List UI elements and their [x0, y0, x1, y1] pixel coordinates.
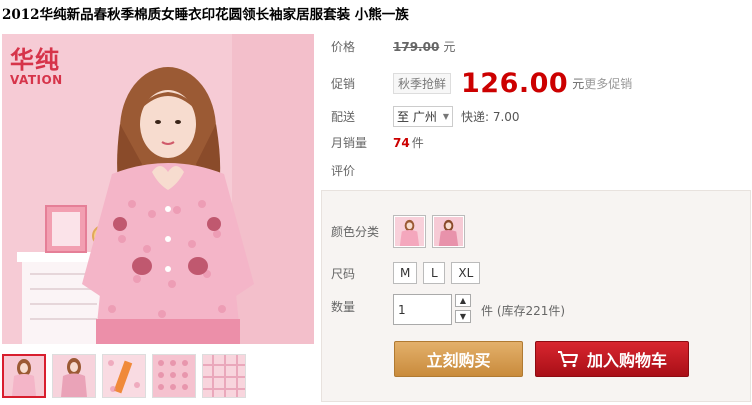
decrease-icon[interactable]: ▼ [455, 310, 471, 323]
thumbnail-2[interactable] [52, 354, 96, 398]
thumbnail-5[interactable] [202, 354, 246, 398]
color-row: 颜色分类 [331, 215, 471, 248]
shopping-cart-icon [557, 351, 578, 368]
color-option-2[interactable] [432, 215, 465, 248]
quantity-row: 数量 ▲ ▼ 件 (库存221件) [331, 294, 565, 325]
size-option-xl[interactable]: XL [451, 262, 481, 284]
quantity-stepper: ▲ ▼ [455, 294, 471, 323]
quantity-input[interactable] [393, 294, 452, 325]
promo-tag: 秋季抢鲜 [393, 73, 452, 94]
size-row: 尺码 M L XL [331, 262, 486, 284]
thumbnail-image [203, 355, 245, 397]
original-price: 179.00 [393, 39, 440, 54]
shipping-row: 配送 至 广州 ▼ 快递: 7.00 [331, 106, 520, 127]
destination-select[interactable]: 至 广州 ▼ [393, 106, 453, 127]
promo-row: 促销 秋季抢鲜 126.00 元 更多促销 [331, 68, 632, 99]
review-row: 评价 [331, 162, 383, 179]
brand-logo: 华纯 VATION [10, 40, 63, 87]
stock-info: 件 (库存221件) [481, 304, 566, 318]
size-option-l[interactable]: L [423, 262, 446, 284]
add-to-cart-button[interactable]: 加入购物车 [535, 341, 689, 377]
more-promo-link[interactable]: 更多促销 [584, 75, 632, 92]
thumbnail-image [103, 355, 145, 397]
thumbnail-4[interactable] [152, 354, 196, 398]
buy-now-button[interactable]: 立刻购买 [394, 341, 523, 377]
quantity-label: 数量 [331, 300, 356, 314]
price-row: 价格 179.00 元 [331, 38, 455, 55]
color-swatch-image [395, 217, 424, 246]
review-label[interactable]: 评价 [331, 162, 383, 179]
shipping-fee: 快递: 7.00 [460, 110, 520, 124]
promo-label: 促销 [331, 77, 356, 91]
thumbnail-3[interactable] [102, 354, 146, 398]
size-option-m[interactable]: M [393, 262, 418, 284]
shipping-label: 配送 [331, 110, 356, 124]
price-label: 价格 [331, 40, 356, 54]
thumbnail-1[interactable] [2, 354, 46, 398]
sales-count: 74 [393, 135, 410, 150]
thumbnail-image [4, 356, 44, 396]
increase-icon[interactable]: ▲ [455, 294, 471, 307]
sales-label: 月销量 [331, 136, 368, 150]
product-title: 2012华纯新品春秋季棉质女睡衣印花圆领长袖家居服套装 小熊一族 [2, 7, 409, 23]
color-option-1[interactable] [393, 215, 426, 248]
thumbnail-image [53, 355, 95, 397]
buy-now-label: 立刻购买 [426, 351, 491, 370]
brand-logo-en: VATION [10, 73, 63, 87]
price-unit: 元 [443, 40, 456, 54]
destination-value: 至 广州 [397, 110, 437, 124]
brand-logo-cn: 华纯 [10, 46, 60, 74]
caret-down-icon: ▼ [442, 112, 449, 121]
size-label: 尺码 [331, 266, 356, 281]
promo-price: 126.00 [461, 68, 569, 99]
main-product-image[interactable]: 华纯 VATION [2, 34, 314, 344]
color-label: 颜色分类 [331, 225, 380, 239]
sales-row: 月销量 74 件 [331, 134, 424, 151]
sales-unit: 件 [411, 136, 424, 150]
add-to-cart-label: 加入购物车 [586, 351, 667, 370]
thumbnail-image [153, 355, 195, 397]
color-swatch-image [434, 217, 463, 246]
promo-price-unit: 元 [572, 77, 585, 91]
